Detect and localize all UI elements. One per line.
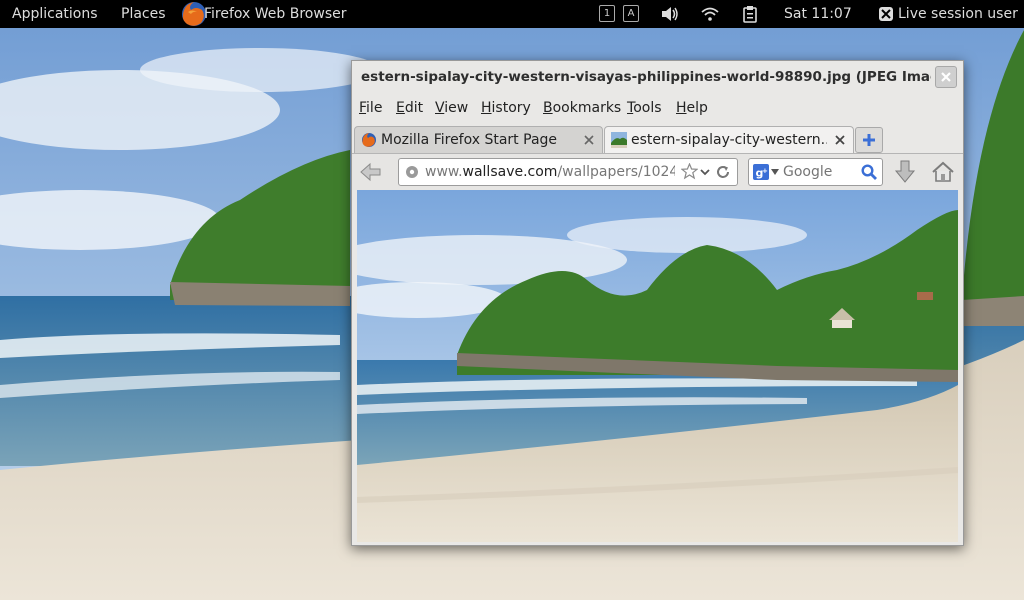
- home-button[interactable]: [930, 160, 956, 184]
- navigation-toolbar: www.wallsave.com/wallpapers/1024x g +: [352, 154, 963, 190]
- back-arrow-icon: [360, 162, 381, 182]
- plus-icon: [863, 134, 875, 146]
- clipboard-icon[interactable]: [743, 5, 757, 23]
- search-engine-dropdown-icon[interactable]: [771, 169, 779, 175]
- url-dropdown-icon[interactable]: [700, 167, 710, 177]
- tab-label: Mozilla Firefox Start Page: [381, 132, 558, 148]
- applications-menu[interactable]: Applications: [12, 0, 98, 28]
- bookmark-star-icon[interactable]: [681, 163, 698, 180]
- menu-help[interactable]: Help: [676, 97, 708, 119]
- firefox-window: estern-sipalay-city-western-visayas-phil…: [351, 60, 964, 546]
- back-button[interactable]: [358, 161, 384, 183]
- image-viewport[interactable]: [357, 190, 958, 542]
- new-tab-button[interactable]: [855, 127, 883, 153]
- volume-icon[interactable]: [661, 6, 679, 22]
- svg-text:+: +: [762, 167, 768, 175]
- close-icon[interactable]: [582, 133, 596, 147]
- tab-jpeg-image[interactable]: estern-sipalay-city-western...: [604, 126, 854, 153]
- reload-icon[interactable]: [715, 164, 731, 180]
- firefox-favicon-icon: [362, 133, 376, 147]
- window-titlebar[interactable]: estern-sipalay-city-western-visayas-phil…: [352, 61, 963, 93]
- globe-icon[interactable]: [405, 165, 419, 179]
- downloads-button[interactable]: [894, 160, 916, 184]
- tab-strip: Mozilla Firefox Start Page estern-sipala…: [352, 125, 963, 154]
- search-icon[interactable]: [861, 164, 877, 180]
- keyboard-indicator-numeric[interactable]: 1: [599, 5, 615, 22]
- displayed-beach-image: [357, 190, 958, 542]
- menu-tools[interactable]: Tools: [627, 97, 662, 119]
- clock[interactable]: Sat 11:07: [784, 0, 852, 28]
- wifi-icon[interactable]: [701, 6, 719, 22]
- url-domain: wallsave.com: [462, 164, 558, 180]
- user-icon[interactable]: [878, 6, 894, 22]
- image-favicon-icon: [611, 132, 627, 148]
- menu-edit[interactable]: Edit: [396, 97, 423, 119]
- search-bar[interactable]: g +: [748, 158, 883, 186]
- url-text[interactable]: www.wallsave.com/wallpapers/1024x: [425, 159, 675, 185]
- active-app-title[interactable]: Firefox Web Browser: [204, 0, 347, 28]
- url-path: /wallpapers/1024x: [557, 164, 675, 180]
- keyboard-indicator-caps[interactable]: A: [623, 5, 639, 22]
- menu-bookmarks[interactable]: Bookmarks: [543, 97, 621, 119]
- url-prefix: www.: [425, 164, 463, 180]
- user-menu[interactable]: Live session user: [898, 0, 1018, 28]
- window-close-button[interactable]: [935, 66, 957, 88]
- menu-view[interactable]: View: [435, 97, 468, 119]
- window-title: estern-sipalay-city-western-visayas-phil…: [361, 69, 931, 85]
- menu-file[interactable]: File: [359, 97, 382, 119]
- google-icon[interactable]: g+: [753, 164, 769, 180]
- download-icon: [894, 160, 916, 183]
- search-input[interactable]: [783, 159, 861, 185]
- menu-bar: File Edit View History Bookmarks Tools H…: [352, 97, 963, 119]
- close-icon[interactable]: [833, 133, 847, 147]
- top-panel: Applications Places Firefox Web Browser …: [0, 0, 1024, 28]
- close-icon: [941, 72, 951, 82]
- tab-label: estern-sipalay-city-western...: [631, 132, 827, 148]
- menu-history[interactable]: History: [481, 97, 531, 119]
- home-icon: [932, 161, 954, 182]
- tab-start-page[interactable]: Mozilla Firefox Start Page: [354, 126, 603, 153]
- url-bar[interactable]: www.wallsave.com/wallpapers/1024x: [398, 158, 738, 186]
- places-menu[interactable]: Places: [121, 0, 166, 28]
